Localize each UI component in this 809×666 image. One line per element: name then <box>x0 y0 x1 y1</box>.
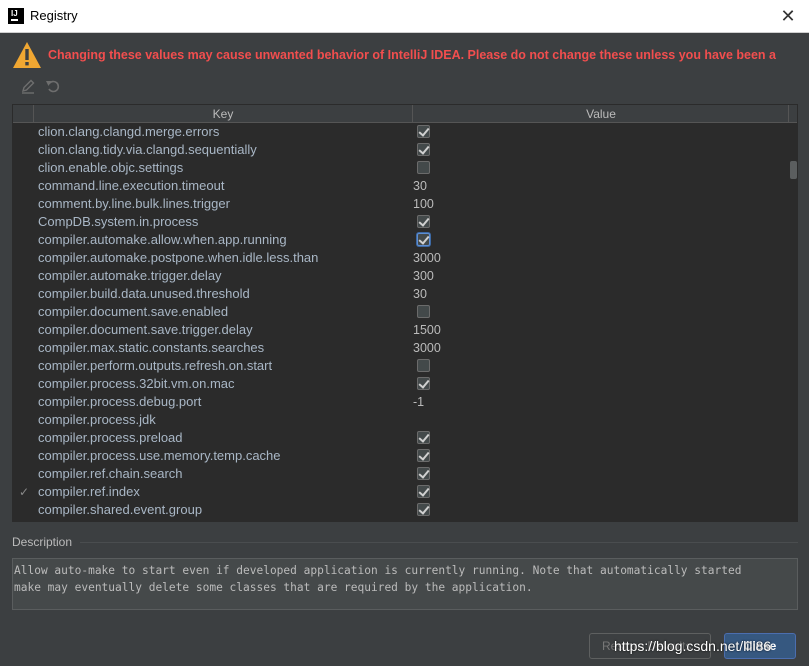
window-titlebar: IJ Registry ✕ <box>0 0 809 33</box>
table-row[interactable]: compiler.process.debug.port -1 <box>13 393 788 411</box>
row-key: compiler.shared.event.group <box>38 502 203 517</box>
row-key: clion.clang.tidy.via.clangd.sequentially <box>38 142 257 157</box>
row-value[interactable]: 3000 <box>413 249 441 267</box>
table-row[interactable]: compiler.build.data.unused.threshold 30 <box>13 285 788 303</box>
table-row[interactable]: comment.by.line.bulk.lines.trigger 100 <box>13 195 788 213</box>
table-row[interactable]: CompDB.system.in.process <box>13 213 788 231</box>
row-key: compiler.process.32bit.vm.on.mac <box>38 376 235 391</box>
row-key: compiler.max.static.constants.searches <box>38 340 265 355</box>
row-value-checkbox[interactable] <box>417 305 430 318</box>
table-row[interactable]: compiler.process.use.memory.temp.cache <box>13 447 788 465</box>
row-value[interactable]: 1500 <box>413 321 441 339</box>
table-row[interactable]: compiler.document.save.trigger.delay 1500 <box>13 321 788 339</box>
row-value-checkbox[interactable] <box>417 359 430 372</box>
row-value-checkbox[interactable] <box>417 503 430 516</box>
row-key: compiler.document.save.trigger.delay <box>38 322 253 337</box>
row-value-checkbox[interactable] <box>417 233 430 246</box>
description-text: Allow auto-make to start even if develop… <box>14 564 742 594</box>
table-row[interactable]: compiler.automake.trigger.delay 300 <box>13 267 788 285</box>
row-key: clion.clang.clangd.merge.errors <box>38 124 220 139</box>
row-value[interactable]: 30 <box>413 177 427 195</box>
row-value[interactable]: 3000 <box>413 339 441 357</box>
table-row[interactable]: compiler.perform.outputs.refresh.on.star… <box>13 357 788 375</box>
window-title: Registry <box>30 8 78 23</box>
description-box: Allow auto-make to start even if develop… <box>12 558 798 610</box>
column-header-value[interactable]: Value <box>414 105 789 123</box>
row-value-checkbox[interactable] <box>417 431 430 444</box>
table-row[interactable]: clion.clang.clangd.merge.errors <box>13 123 788 141</box>
row-key: compiler.perform.outputs.refresh.on.star… <box>38 358 273 373</box>
close-icon[interactable]: ✕ <box>775 3 801 29</box>
row-value-checkbox[interactable] <box>417 377 430 390</box>
row-value[interactable]: 100 <box>413 195 434 213</box>
scrollbar-thumb[interactable] <box>790 161 797 179</box>
pencil-icon[interactable] <box>20 78 36 94</box>
row-key: CompDB.system.in.process <box>38 214 199 229</box>
row-value-checkbox[interactable] <box>417 215 430 228</box>
row-key: compiler.document.save.enabled <box>38 304 229 319</box>
row-key: compiler.automake.trigger.delay <box>38 268 222 283</box>
table-row[interactable]: compiler.process.32bit.vm.on.mac <box>13 375 788 393</box>
table-row[interactable]: compiler.automake.allow.when.app.running <box>13 231 788 249</box>
table-row[interactable]: command.line.execution.timeout 30 <box>13 177 788 195</box>
row-key: compiler.process.use.memory.temp.cache <box>38 448 281 463</box>
table-row[interactable]: compiler.process.jdk <box>13 411 788 429</box>
description-label: Description <box>12 535 73 549</box>
row-key: clion.enable.objc.settings <box>38 160 184 175</box>
intellij-logo-icon: IJ <box>8 8 24 24</box>
row-key: command.line.execution.timeout <box>38 178 225 193</box>
column-header-key[interactable]: Key <box>33 105 413 123</box>
description-separator <box>80 542 798 543</box>
row-key: compiler.automake.postpone.when.idle.les… <box>38 250 319 265</box>
table-row[interactable]: ✓ compiler.ref.index <box>13 483 788 501</box>
table-row[interactable]: compiler.max.static.constants.searches 30… <box>13 339 788 357</box>
undo-icon[interactable] <box>45 78 61 94</box>
registry-table: Key Value clion.clang.clangd.merge.error… <box>12 104 798 522</box>
row-key: compiler.ref.index <box>38 484 140 499</box>
table-row[interactable]: compiler.ref.chain.search <box>13 465 788 483</box>
row-key: compiler.process.preload <box>38 430 183 445</box>
row-key: compiler.process.jdk <box>38 412 156 427</box>
table-scrollbar[interactable] <box>788 123 797 521</box>
warning-triangle-icon <box>13 42 41 68</box>
row-value-checkbox[interactable] <box>417 125 430 138</box>
watermark-text: https://blog.csdn.net/lili86 <box>614 638 772 654</box>
row-key: compiler.automake.allow.when.app.running <box>38 232 287 247</box>
table-row[interactable]: compiler.process.preload <box>13 429 788 447</box>
row-value-checkbox[interactable] <box>417 143 430 156</box>
row-key: compiler.build.data.unused.threshold <box>38 286 250 301</box>
warning-message: Changing these values may cause unwanted… <box>48 48 776 62</box>
row-value[interactable]: 30 <box>413 285 427 303</box>
row-value-checkbox[interactable] <box>417 449 430 462</box>
table-row[interactable]: compiler.document.save.enabled <box>13 303 788 321</box>
row-value-checkbox[interactable] <box>417 485 430 498</box>
row-value-checkbox[interactable] <box>417 467 430 480</box>
row-key: compiler.process.debug.port <box>38 394 202 409</box>
table-body: clion.clang.clangd.merge.errors clion.cla… <box>13 123 788 521</box>
table-header: Key Value <box>13 105 797 123</box>
row-value[interactable]: -1 <box>413 393 424 411</box>
table-row[interactable]: compiler.automake.postpone.when.idle.les… <box>13 249 788 267</box>
table-row[interactable]: clion.clang.tidy.via.clangd.sequentially <box>13 141 788 159</box>
table-row[interactable]: compiler.shared.event.group <box>13 501 788 519</box>
table-row[interactable]: clion.enable.objc.settings <box>13 159 788 177</box>
row-value[interactable]: 300 <box>413 267 434 285</box>
row-key: compiler.ref.chain.search <box>38 466 183 481</box>
row-value-checkbox[interactable] <box>417 161 430 174</box>
row-key: comment.by.line.bulk.lines.trigger <box>38 196 230 211</box>
modified-check-icon: ✓ <box>19 485 30 499</box>
